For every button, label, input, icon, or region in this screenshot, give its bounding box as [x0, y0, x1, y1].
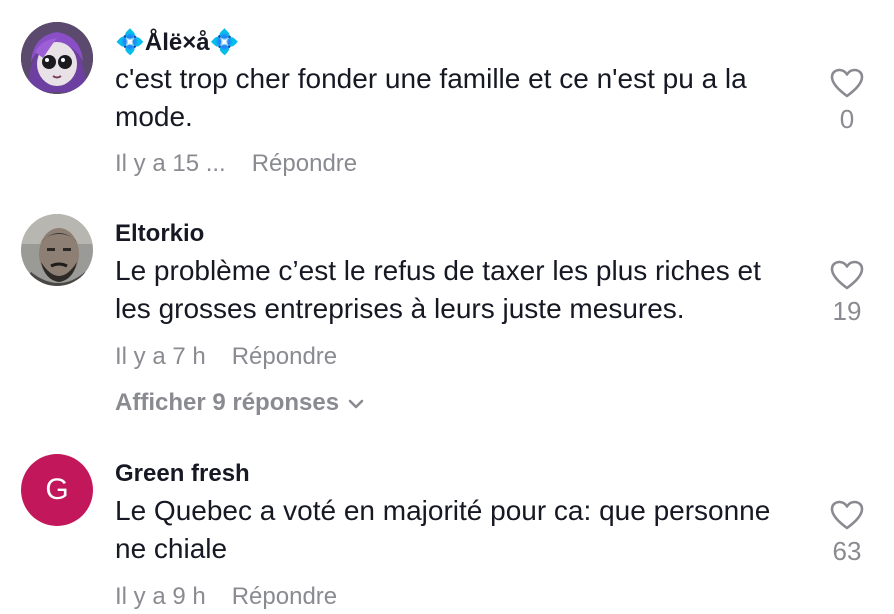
heart-outline-icon [830, 260, 864, 290]
avatar[interactable] [21, 214, 93, 286]
timestamp: Il y a 9 h [115, 583, 206, 610]
comment-meta: Il y a 7 h Répondre [115, 343, 337, 371]
comment-text: Le problème c’est le refus de taxer les … [115, 255, 761, 324]
heart-outline-icon [830, 68, 864, 98]
like-count: 19 [832, 296, 862, 326]
like-count: 63 [832, 536, 862, 566]
timestamp: Il y a 15 ... [115, 150, 226, 177]
like-count: 0 [839, 104, 855, 134]
show-replies-button[interactable]: Afficher 9 réponses [115, 389, 365, 417]
comment-meta: Il y a 9 h Répondre [115, 583, 337, 611]
comment-item: G Green fresh Le Quebec a voté en majori… [0, 440, 894, 614]
username[interactable]: Eltorkio [115, 220, 204, 248]
show-replies-label: Afficher 9 réponses [115, 389, 340, 416]
comment-item: 💠Ålë×å💠 c'est trop cher fonder une famil… [0, 0, 894, 200]
timestamp: Il y a 7 h [115, 343, 206, 370]
avatar[interactable] [21, 22, 93, 94]
comment-text: Le Quebec a voté en majorité pour ca: qu… [115, 495, 771, 564]
bearded-man-avatar-image [21, 214, 93, 286]
like-button[interactable]: 19 [812, 260, 882, 327]
doll-avatar-image [21, 22, 93, 94]
heart-outline-icon [830, 500, 864, 530]
comment-text: c'est trop cher fonder une famille et ce… [115, 63, 747, 132]
username[interactable]: Green fresh [115, 460, 250, 488]
avatar[interactable]: G [21, 454, 93, 526]
comment-meta: Il y a 15 ... Répondre [115, 150, 357, 178]
reply-button[interactable]: Répondre [232, 343, 337, 370]
avatar-letter: G [45, 473, 69, 506]
comment-item: Eltorkio Le problème c’est le refus de t… [0, 200, 894, 435]
chevron-down-icon [348, 399, 364, 408]
reply-button[interactable]: Répondre [232, 583, 337, 610]
like-button[interactable]: 0 [812, 68, 882, 135]
reply-button[interactable]: Répondre [252, 150, 357, 177]
like-button[interactable]: 63 [812, 500, 882, 567]
username[interactable]: 💠Ålë×å💠 [115, 28, 239, 57]
